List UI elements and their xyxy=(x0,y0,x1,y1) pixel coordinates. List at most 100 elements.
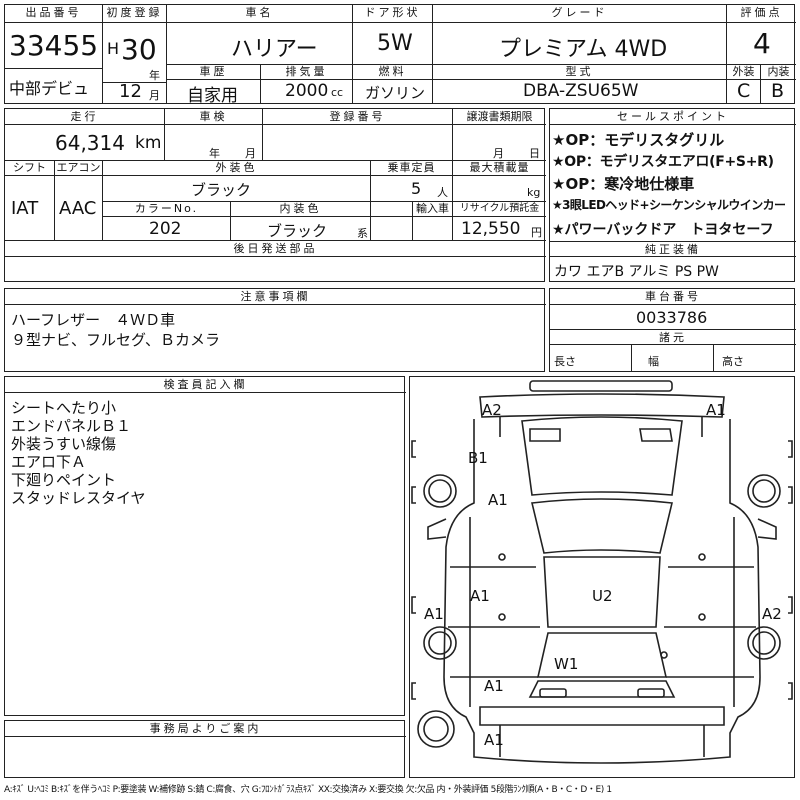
grade-header: グレード xyxy=(551,6,608,19)
damage-mark: A2 xyxy=(482,401,502,419)
max-load-header: 最大積載量 xyxy=(469,161,530,174)
sales-point: ★3眼LEDヘッド+シーケンシャルウインカー xyxy=(552,198,786,212)
inspection-month-unit: 月 xyxy=(245,147,256,160)
office-header: 事務局よりご案内 xyxy=(149,722,262,735)
details-table: 走行 車検 登録番号 譲渡書類期限 64,314 km 年 月 月 日 シフト … xyxy=(4,108,546,282)
height-label: 高さ xyxy=(722,355,744,368)
damage-mark: A1 xyxy=(484,677,504,695)
reg-no-header: 登録番号 xyxy=(329,110,386,123)
sales-points-panel: セールスポイント ★OP：モデリスタグリル ★OP：モデリスタエアロ(F+S+R… xyxy=(549,108,796,282)
damage-mark: W1 xyxy=(554,655,579,673)
sales-points-header: セールスポイント xyxy=(617,110,729,123)
inspection-header: 車検 xyxy=(199,110,228,123)
displacement-header: 排気量 xyxy=(285,65,328,78)
month-unit: 月 xyxy=(149,89,160,102)
damage-mark: A1 xyxy=(706,401,726,419)
width-label: 幅 xyxy=(648,355,659,368)
car-outline-diagram xyxy=(411,380,793,764)
sales-point: ★OP：モデリスタグリル xyxy=(552,131,725,149)
inspector-panel: 検査員記入欄 シートへたり小 エンドパネルＢ１ 外装うすい線傷 エアロ下Ａ 下廻… xyxy=(4,376,406,716)
mileage-value: 64,314 xyxy=(55,131,125,155)
exterior-grade-value: C xyxy=(737,80,751,102)
aircon-header: エアコン xyxy=(56,161,101,174)
mileage-header: 走行 xyxy=(70,110,99,123)
transfer-docs-header: 譲渡書類期限 xyxy=(466,110,533,123)
car-name-header: 車名 xyxy=(245,6,274,19)
sales-point: ★OP：モデリスタエアロ(F+S+R) xyxy=(552,154,774,170)
venue-label: 中部デビュ xyxy=(9,79,90,98)
aircon-value: AAC xyxy=(59,198,97,219)
chassis-no-header: 車台番号 xyxy=(645,290,701,303)
lot-no-header: 出品番号 xyxy=(25,6,82,19)
later-parts-header: 後日発送部品 xyxy=(233,242,318,255)
ext-color-value: ブラック xyxy=(191,181,252,199)
model-code-value: DBA-ZSU65W xyxy=(523,81,639,101)
int-color-value: ブラック xyxy=(267,222,328,240)
capacity-header: 乗車定員 xyxy=(387,161,436,174)
int-color-suffix: 系 xyxy=(357,227,368,240)
damage-mark: B1 xyxy=(468,449,488,467)
score-value: 4 xyxy=(753,27,771,60)
era-value: H xyxy=(107,39,120,58)
chassis-no-value: 0033786 xyxy=(636,308,708,327)
fuel-header: 燃料 xyxy=(378,65,407,78)
note-line: ハーフレザー ４ＷＤ車 xyxy=(11,311,176,329)
notes-panel: 注意事項欄 ハーフレザー ４ＷＤ車 ９型ナビ、フルセグ、Ｂカメラ xyxy=(4,288,546,372)
vehicle-info-table: 出品番号 33455 中部デビュ 初度登録 H 30 年 12 月 車名 ハリア… xyxy=(4,4,796,104)
recycle-value: 12,550 xyxy=(461,219,521,239)
import-header: 輸入車 xyxy=(416,202,449,215)
model-code-header: 型式 xyxy=(565,65,594,78)
car-name-value: ハリアー xyxy=(231,37,318,62)
damage-mark: A2 xyxy=(762,605,782,623)
color-no-value: 202 xyxy=(149,219,182,239)
sales-point: ★パワーバックドア トヨタセーフ xyxy=(552,222,774,238)
int-color-header: 内装色 xyxy=(279,202,322,215)
note-line: ９型ナビ、フルセグ、Ｂカメラ xyxy=(11,331,220,349)
notes-header: 注意事項欄 xyxy=(240,290,311,303)
car-history-value: 自家用 xyxy=(187,86,238,103)
shift-header: シフト xyxy=(13,161,46,174)
interior-grade-value: B xyxy=(771,80,785,102)
ext-color-header: 外装色 xyxy=(215,161,258,174)
score-header: 評価点 xyxy=(740,6,783,19)
genuine-header: 純正装備 xyxy=(645,243,701,256)
grade-value: プレミアム 4WD xyxy=(499,37,668,62)
doc-month-unit: 月 xyxy=(493,147,504,160)
inspector-header: 検査員記入欄 xyxy=(163,378,248,391)
first-reg-header: 初度登録 xyxy=(106,6,163,19)
office-panel: 事務局よりご案内 xyxy=(4,720,406,778)
car-diagram: A2 A1 B1 A1 A1 A1 U2 A2 W1 A1 A1 xyxy=(409,376,795,778)
shift-value: IAT xyxy=(11,198,39,219)
recycle-header: リサイクル預託金 xyxy=(459,203,540,214)
damage-mark: A1 xyxy=(424,605,444,623)
chassis-panel: 車台番号 0033786 諸元 長さ 幅 高さ xyxy=(549,288,796,372)
damage-mark: A1 xyxy=(484,731,504,749)
year-unit: 年 xyxy=(149,69,160,82)
km-unit: km xyxy=(135,133,162,153)
month-value: 12 xyxy=(119,83,142,102)
lot-no-value: 33455 xyxy=(9,29,99,62)
genuine-value: カワ エアB アルミ PS PW xyxy=(554,264,719,280)
legend-footer: A:ｷｽﾞ U:ﾍｺﾐ B:ｷｽﾞを伴うﾍｺﾐ P:要塗装 W:補修跡 S:錆 … xyxy=(4,785,612,795)
sales-point: ★OP：寒冷地仕様車 xyxy=(552,175,695,193)
displacement-value: 2000 xyxy=(285,81,329,101)
interior-header: 内装 xyxy=(767,65,790,78)
door-header: ドア形状 xyxy=(364,6,421,19)
capacity-value: 5 xyxy=(411,179,422,198)
exterior-header: 外装 xyxy=(732,65,755,78)
year-value: 30 xyxy=(121,33,157,66)
inspector-line: スタッドレスタイヤ xyxy=(11,489,146,507)
damage-mark: A1 xyxy=(488,491,508,509)
kg-unit: kg xyxy=(527,186,541,199)
doc-day-unit: 日 xyxy=(529,147,540,160)
damage-mark: A1 xyxy=(470,587,490,605)
dimensions-header: 諸元 xyxy=(659,331,687,344)
inspection-year-unit: 年 xyxy=(209,147,220,160)
damage-mark: U2 xyxy=(592,587,613,605)
fuel-value: ガソリン xyxy=(365,84,426,102)
cc-unit: cc xyxy=(331,86,344,99)
door-value: 5W xyxy=(377,31,413,56)
capacity-unit: 人 xyxy=(437,186,448,199)
car-history-header: 車歴 xyxy=(199,65,228,78)
color-no-header: カラーNo. xyxy=(134,202,199,215)
